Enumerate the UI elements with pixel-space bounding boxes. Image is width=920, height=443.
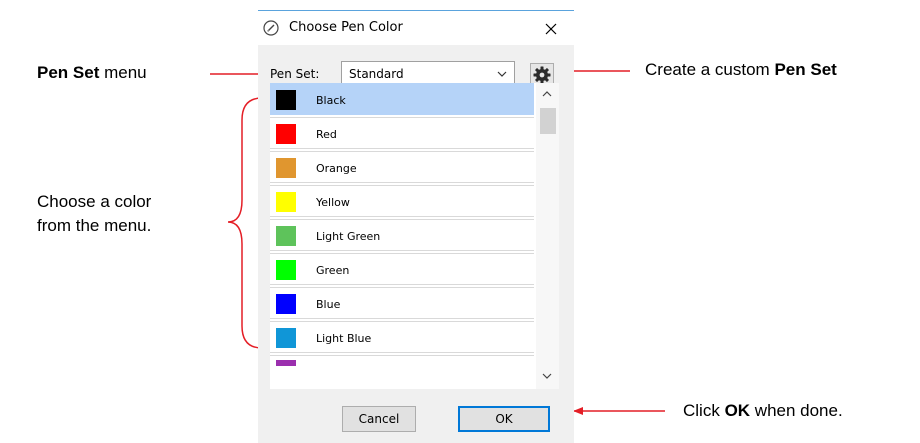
color-swatch bbox=[276, 192, 296, 212]
color-swatch bbox=[276, 360, 296, 366]
color-label: Yellow bbox=[316, 196, 350, 209]
color-list-item[interactable]: Blue bbox=[270, 287, 534, 319]
close-icon bbox=[545, 23, 557, 35]
pen-color-list: Black Red Orange Yellow Light Green Green Blue… bbox=[270, 83, 559, 389]
gear-icon bbox=[533, 66, 551, 84]
color-label: Light Blue bbox=[316, 332, 372, 345]
pen-color-list-items: Black Red Orange Yellow Light Green Green Blue… bbox=[270, 83, 534, 367]
title-bar: Choose Pen Color bbox=[258, 11, 574, 45]
color-list-item[interactable]: Orange bbox=[270, 151, 534, 183]
color-list-item[interactable]: Light Green bbox=[270, 219, 534, 251]
color-list-item[interactable]: Light Blue bbox=[270, 321, 534, 353]
penset-selected-value: Standard bbox=[349, 67, 404, 81]
color-swatch bbox=[276, 90, 296, 110]
choose-color-annotation-line2: from the menu. bbox=[37, 216, 152, 235]
color-swatch bbox=[276, 158, 296, 178]
color-list-item[interactable]: Yellow bbox=[270, 185, 534, 217]
color-list-item[interactable]: Black bbox=[270, 83, 534, 115]
color-list-item[interactable]: Red bbox=[270, 117, 534, 149]
ok-button[interactable]: OK bbox=[458, 406, 550, 432]
close-button[interactable] bbox=[528, 14, 574, 44]
color-list-item[interactable] bbox=[270, 355, 534, 366]
create-custom-annotation: Create a custom Pen Set bbox=[645, 60, 837, 79]
color-swatch bbox=[276, 124, 296, 144]
cancel-button[interactable]: Cancel bbox=[342, 406, 416, 432]
color-label: Blue bbox=[316, 298, 341, 311]
penset-label: Pen Set: bbox=[270, 67, 320, 81]
scroll-down-icon[interactable] bbox=[542, 371, 552, 381]
color-swatch bbox=[276, 328, 296, 348]
color-label: Orange bbox=[316, 162, 357, 175]
color-label: Red bbox=[316, 128, 337, 141]
choose-color-annotation-line1: Choose a color bbox=[37, 192, 152, 211]
scrollbar-thumb[interactable] bbox=[540, 108, 556, 134]
pen-icon bbox=[263, 20, 279, 36]
color-label: Black bbox=[316, 94, 346, 107]
color-label: Green bbox=[316, 264, 350, 277]
color-swatch bbox=[276, 260, 296, 280]
scroll-up-icon[interactable] bbox=[542, 89, 552, 99]
color-label: Light Green bbox=[316, 230, 381, 243]
choose-pen-color-dialog: Choose Pen Color Pen Set: Standard Black… bbox=[258, 10, 574, 443]
color-swatch bbox=[276, 294, 296, 314]
chevron-down-icon bbox=[497, 71, 507, 77]
color-list-item[interactable]: Green bbox=[270, 253, 534, 285]
click-ok-annotation: Click OK when done. bbox=[683, 401, 843, 420]
dialog-title: Choose Pen Color bbox=[289, 20, 403, 35]
penset-menu-annotation: Pen Set menu bbox=[37, 63, 147, 82]
list-bracket bbox=[227, 97, 263, 349]
color-swatch bbox=[276, 226, 296, 246]
list-scrollbar[interactable] bbox=[536, 83, 559, 389]
